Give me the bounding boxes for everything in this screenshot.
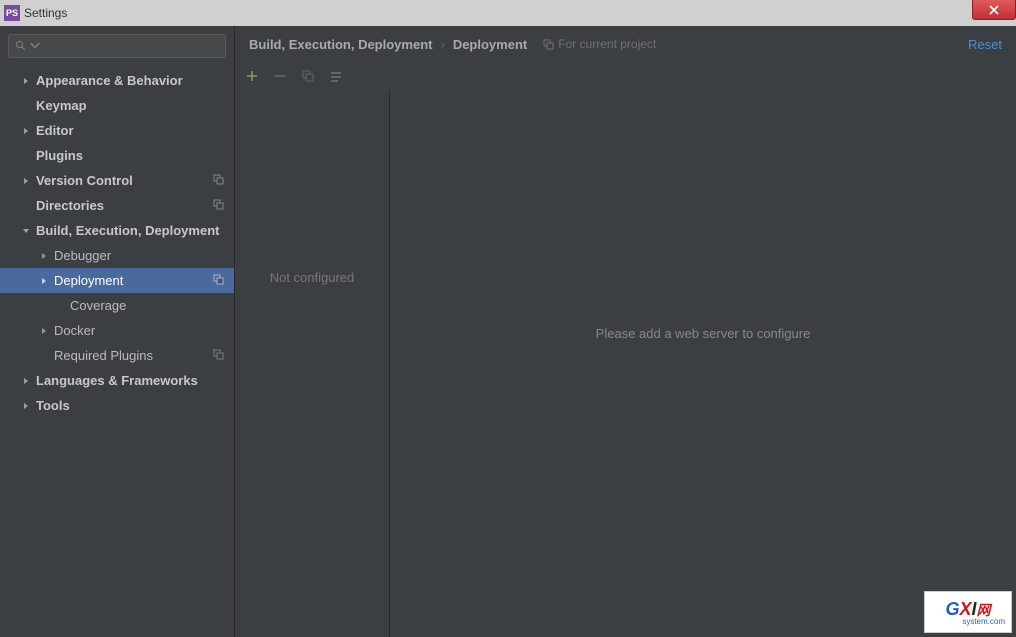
tree-item-tools[interactable]: Tools	[0, 393, 234, 418]
settings-sidebar: Appearance & Behavior Keymap Editor Plugins…	[0, 26, 235, 637]
tree-item-label: Deployment	[54, 273, 123, 288]
tree-item-label: Build, Execution, Deployment	[36, 223, 219, 238]
app-icon: PS	[4, 5, 20, 21]
content-area: Build, Execution, Deployment › Deploymen…	[235, 26, 1016, 637]
chevron-right-icon	[22, 77, 32, 85]
breadcrumb-item[interactable]: Build, Execution, Deployment	[249, 37, 432, 52]
empty-list-label: Not configured	[270, 270, 355, 637]
search-icon	[15, 40, 27, 52]
server-detail-pane: Please add a web server to configure	[390, 90, 1016, 637]
tree-item-label: Directories	[36, 198, 104, 213]
tree-item-label: Appearance & Behavior	[36, 73, 183, 88]
copy-icon	[543, 39, 554, 50]
copy-icon	[213, 348, 224, 363]
chevron-right-icon	[22, 377, 32, 385]
tree-item-directories[interactable]: Directories	[0, 193, 234, 218]
copy-icon	[213, 173, 224, 188]
tree-item-label: Plugins	[36, 148, 83, 163]
tree-item-label: Tools	[36, 398, 70, 413]
close-button[interactable]	[972, 0, 1016, 20]
copy-button[interactable]	[301, 69, 315, 83]
window-title: Settings	[24, 6, 67, 20]
servers-list-pane: Not configured	[235, 90, 390, 637]
chevron-right-icon	[22, 127, 32, 135]
tree-item-version-control[interactable]: Version Control	[0, 168, 234, 193]
check-button[interactable]	[329, 69, 343, 83]
reset-button[interactable]: Reset	[968, 37, 1002, 52]
remove-button[interactable]	[273, 69, 287, 83]
chevron-right-icon	[40, 277, 50, 285]
chevron-down-icon	[22, 227, 32, 235]
close-icon	[988, 5, 1000, 15]
tree-item-label: Keymap	[36, 98, 87, 113]
tree-item-deployment[interactable]: Deployment	[0, 268, 234, 293]
empty-detail-label: Please add a web server to configure	[596, 326, 811, 341]
tree-item-appearance-behavior[interactable]: Appearance & Behavior	[0, 68, 234, 93]
tree-item-label: Debugger	[54, 248, 111, 263]
window-titlebar: PS Settings	[0, 0, 1016, 26]
search-input[interactable]	[8, 34, 226, 58]
minus-icon	[273, 69, 287, 83]
copy-icon	[213, 198, 224, 213]
chevron-right-icon	[22, 177, 32, 185]
tree-item-label: Coverage	[70, 298, 126, 313]
tree-item-required-plugins[interactable]: Required Plugins	[0, 343, 234, 368]
chevron-right-icon	[40, 327, 50, 335]
list-icon	[329, 69, 343, 83]
deployment-toolbar	[235, 62, 1016, 90]
tree-item-label: Languages & Frameworks	[36, 373, 198, 388]
settings-tree: Appearance & Behavior Keymap Editor Plugins…	[0, 64, 234, 637]
plus-icon	[245, 69, 259, 83]
tree-item-editor[interactable]: Editor	[0, 118, 234, 143]
tree-item-languages-frameworks[interactable]: Languages & Frameworks	[0, 368, 234, 393]
copy-icon	[301, 69, 315, 83]
tree-item-label: Docker	[54, 323, 95, 338]
add-button[interactable]	[245, 69, 259, 83]
tree-item-label: Version Control	[36, 173, 133, 188]
chevron-right-icon: ›	[440, 37, 444, 52]
tree-item-debugger[interactable]: Debugger	[0, 243, 234, 268]
tree-item-label: Editor	[36, 123, 74, 138]
tree-item-docker[interactable]: Docker	[0, 318, 234, 343]
chevron-down-icon	[29, 40, 41, 52]
breadcrumb-item[interactable]: Deployment	[453, 37, 527, 52]
chevron-right-icon	[40, 252, 50, 260]
tree-item-label: Required Plugins	[54, 348, 153, 363]
copy-icon	[213, 273, 224, 288]
breadcrumb: Build, Execution, Deployment › Deploymen…	[235, 26, 1016, 62]
project-scope-hint: For current project	[543, 37, 656, 51]
tree-item-plugins[interactable]: Plugins	[0, 143, 234, 168]
tree-item-keymap[interactable]: Keymap	[0, 93, 234, 118]
tree-item-build-execution-deployment[interactable]: Build, Execution, Deployment	[0, 218, 234, 243]
chevron-right-icon	[22, 402, 32, 410]
watermark: GXI网 system.com	[924, 591, 1012, 633]
tree-item-coverage[interactable]: Coverage	[0, 293, 234, 318]
